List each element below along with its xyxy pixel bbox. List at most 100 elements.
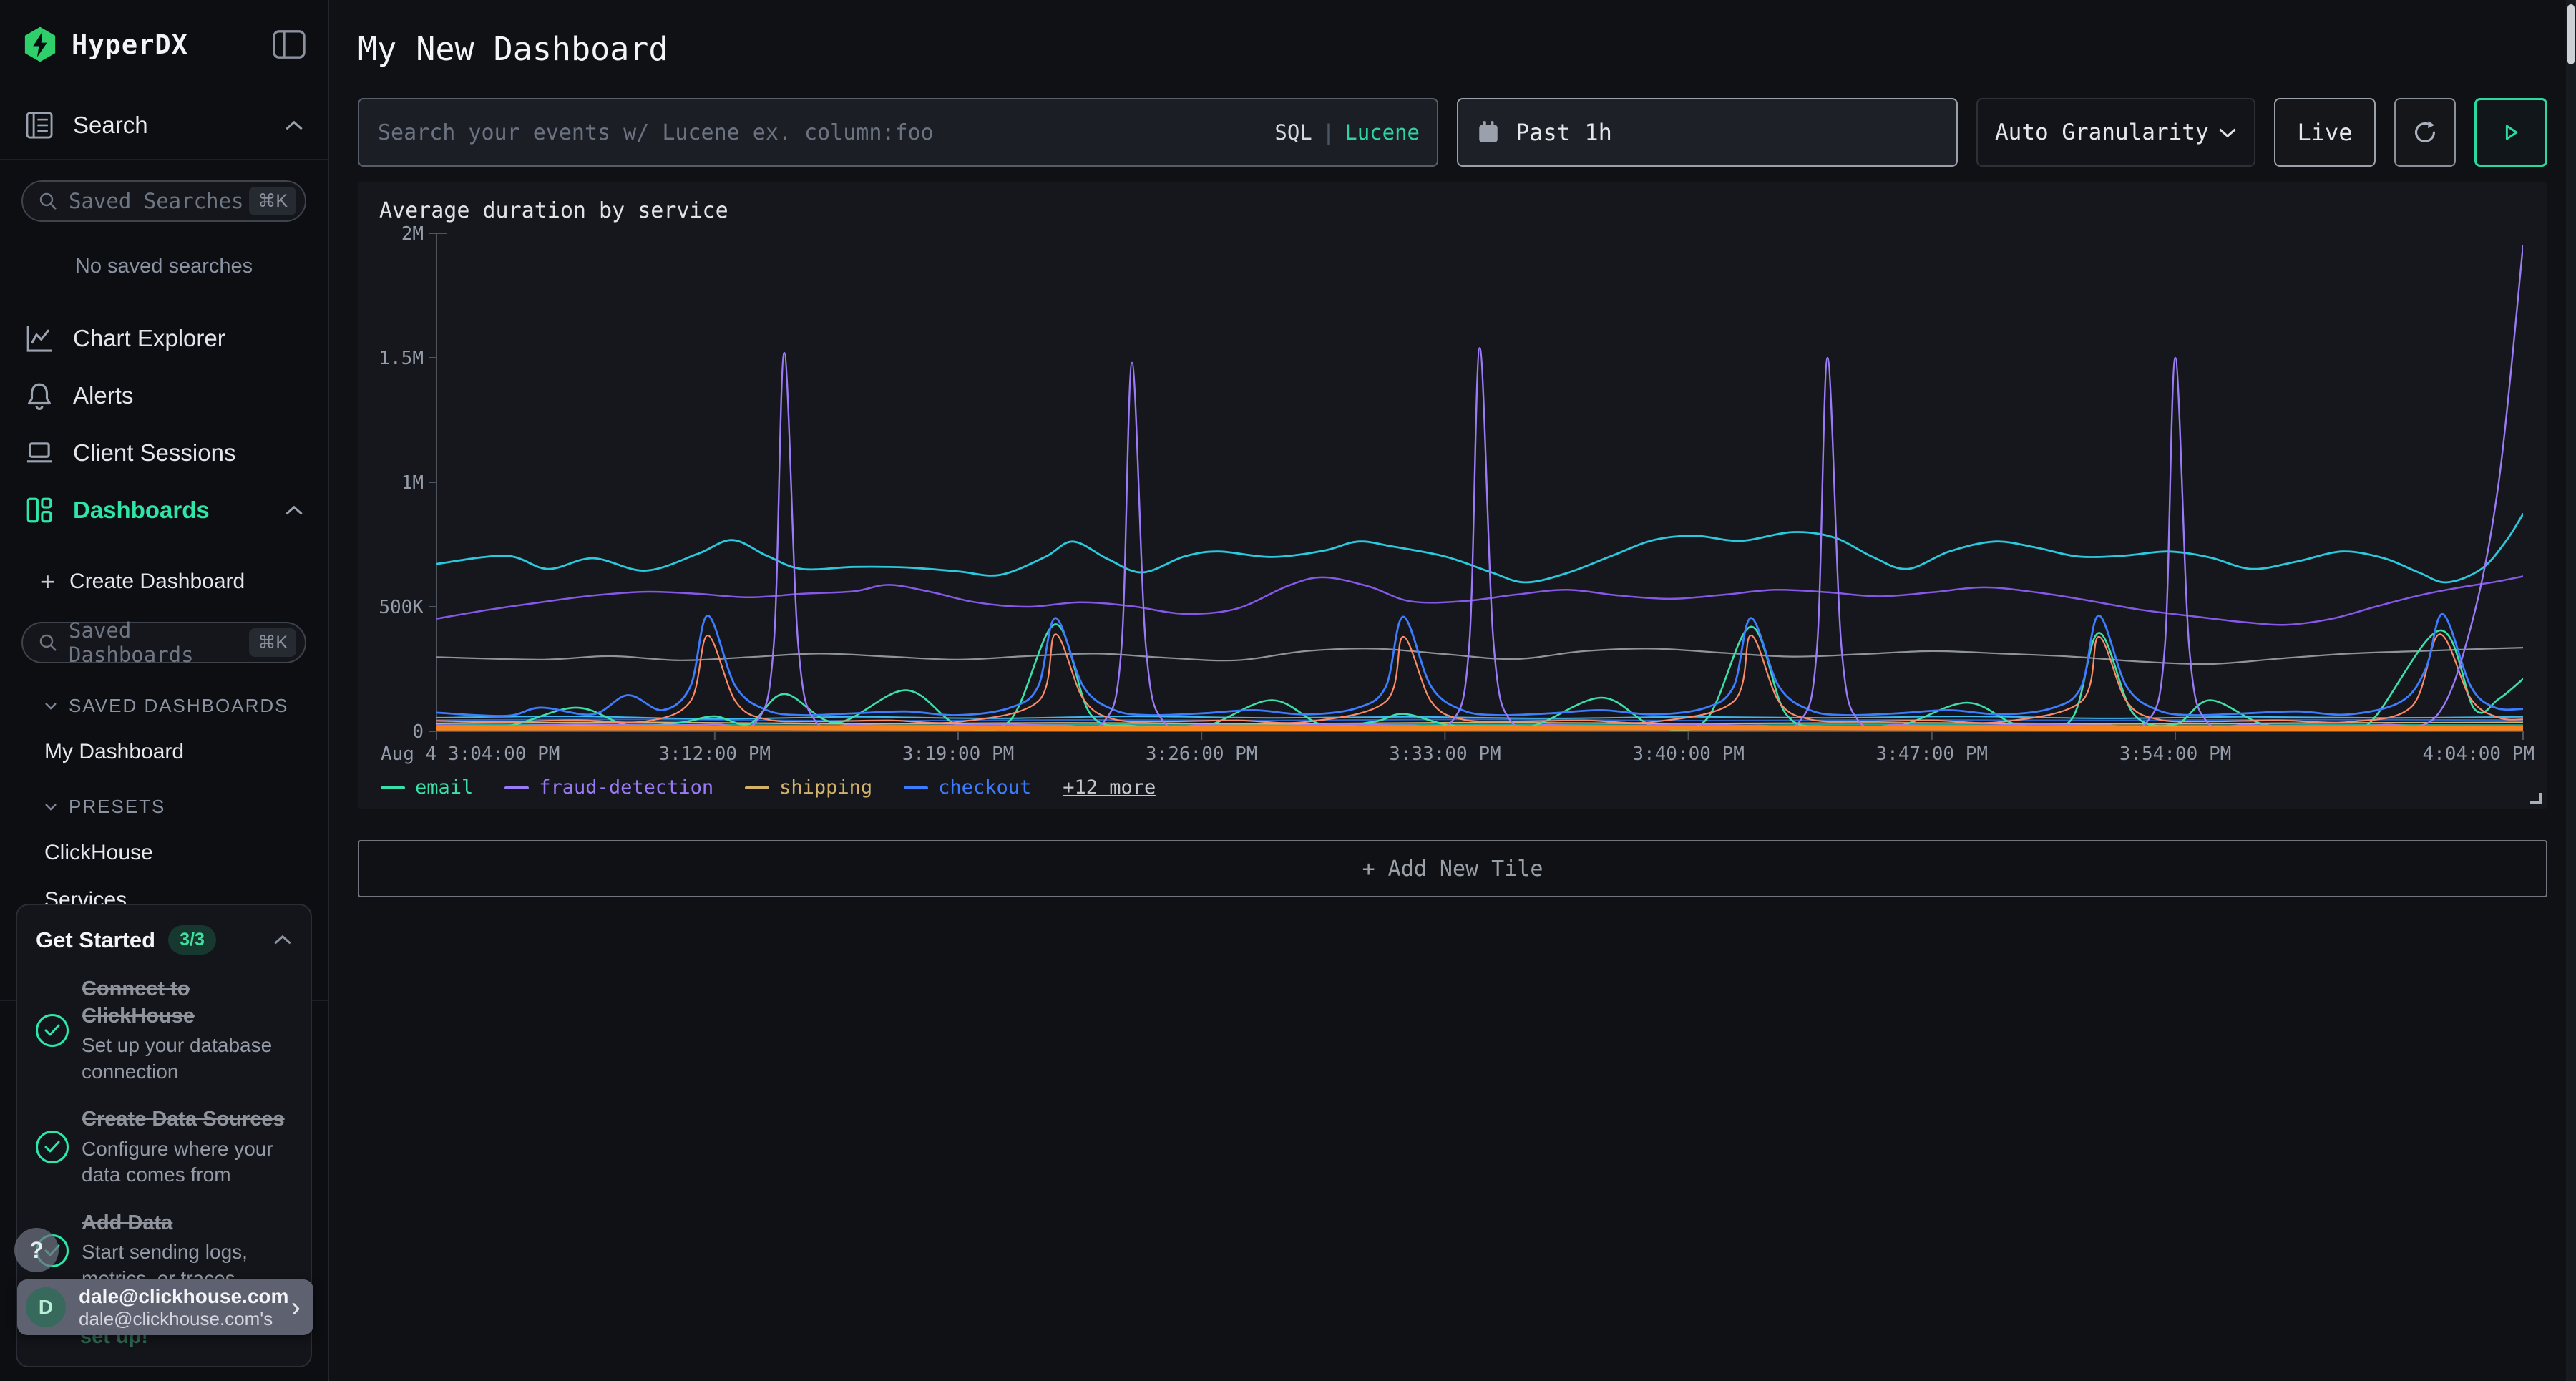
search-section-icon [24,110,54,140]
sidebar-item-chart-explorer[interactable]: Chart Explorer [0,310,328,367]
chevron-down-icon [44,702,57,710]
legend-swatch [904,786,928,789]
avatar: D [26,1287,66,1327]
sidebar-nav: Chart Explorer Alerts Client Sessions Da… [0,310,328,539]
play-icon [2498,119,2524,145]
svg-text:Aug 4 3:04:00 PM: Aug 4 3:04:00 PM [381,743,560,765]
check-circle-icon [36,1131,69,1163]
legend-item-fraud-detection[interactable]: fraud-detection [504,776,713,799]
time-range-picker[interactable]: Past 1h [1457,98,1958,167]
mode-separator: | [1322,120,1335,145]
create-dashboard-button[interactable]: + Create Dashboard [0,562,328,602]
presets-section-toggle[interactable]: PRESETS [0,796,328,818]
bell-icon [24,381,54,411]
sql-mode-toggle[interactable]: SQL [1274,120,1312,145]
sidebar-item-label: Chart Explorer [73,325,303,352]
task-connect-clickhouse[interactable]: Connect to ClickHouse Set up your databa… [36,976,292,1085]
legend-swatch [381,786,405,789]
sidebar-item-label: Client Sessions [73,439,303,467]
chevron-up-icon[interactable] [285,505,303,516]
legend-item-shipping[interactable]: shipping [745,776,872,799]
divider [0,159,328,160]
sidebar-item-clickhouse-preset[interactable]: ClickHouse [0,841,328,865]
granularity-select[interactable]: Auto Granularity [1976,98,2255,167]
saved-dashboards-header: SAVED DASHBOARDS [69,695,288,717]
user-org: dale@clickhouse.com's [79,1308,291,1330]
chevron-right-icon: › [291,1293,301,1322]
cmd-k-shortcut-badge: ⌘K [249,187,296,215]
chevron-down-icon [44,803,57,811]
add-new-tile-button[interactable]: + Add New Tile [358,840,2547,897]
svg-text:3:26:00 PM: 3:26:00 PM [1146,743,1258,765]
svg-text:1.5M: 1.5M [379,348,424,369]
saved-searches-placeholder: Saved Searches [69,189,249,213]
sidebar-item-my-dashboard[interactable]: My Dashboard [0,740,328,764]
chart-explorer-icon [24,323,54,353]
sidebar: HyperDX Search Saved Searches ⌘K No save… [0,0,329,1381]
svg-text:3:12:00 PM: 3:12:00 PM [659,743,771,765]
collapse-sidebar-icon[interactable] [272,29,306,59]
time-range-value: Past 1h [1516,119,1612,146]
chevron-up-icon[interactable] [273,935,292,945]
legend-swatch [504,786,529,789]
svg-text:3:54:00 PM: 3:54:00 PM [2119,743,2232,765]
task-subtitle: Configure where your data comes from [82,1136,292,1189]
sidebar-item-client-sessions[interactable]: Client Sessions [0,424,328,482]
live-button[interactable]: Live [2274,98,2376,167]
main-content: My New Dashboard Search your events w/ L… [329,0,2576,1381]
tile-resize-handle[interactable] [2530,793,2542,804]
granularity-value: Auto Granularity [1995,119,2218,145]
svg-text:1M: 1M [401,472,424,494]
svg-text:0: 0 [412,721,424,743]
sidebar-item-dashboards[interactable]: Dashboards [0,482,328,539]
cmd-k-shortcut-badge: ⌘K [249,628,296,657]
sidebar-item-alerts[interactable]: Alerts [0,367,328,424]
plus-icon: + [40,567,55,597]
legend-more-link[interactable]: +12 more [1063,776,1156,799]
task-create-data-sources[interactable]: Create Data Sources Configure where your… [36,1106,292,1188]
dashboard-tile-average-duration[interactable]: Average duration by service 0500K1M1.5M2… [358,182,2547,809]
legend-item-checkout[interactable]: checkout [904,776,1031,799]
svg-text:3:33:00 PM: 3:33:00 PM [1389,743,1501,765]
task-title[interactable]: Connect to ClickHouse [82,976,292,1030]
svg-text:3:47:00 PM: 3:47:00 PM [1876,743,1989,765]
event-search-input[interactable]: Search your events w/ Lucene ex. column:… [358,98,1438,167]
help-button[interactable]: ? [14,1228,59,1272]
task-title[interactable]: Create Data Sources [82,1106,292,1133]
refresh-button[interactable] [2394,98,2456,167]
lucene-mode-toggle[interactable]: Lucene [1345,120,1420,145]
search-icon [37,190,59,212]
chevron-up-icon[interactable] [285,120,303,131]
svg-text:2M: 2M [401,223,424,245]
svg-text:500K: 500K [379,597,424,618]
logo-row: HyperDX [0,0,328,63]
task-subtitle: Set up your database connection [82,1033,292,1085]
saved-dashboards-placeholder: Saved Dashboards [69,618,249,667]
sidebar-section-search[interactable]: Search [0,110,328,140]
task-title[interactable]: Add Data [82,1210,292,1237]
app-title: HyperDX [72,29,272,60]
hyperdx-logo-icon [21,26,59,63]
saved-dashboards-input[interactable]: Saved Dashboards ⌘K [21,622,306,663]
chevron-down-icon [2218,127,2237,138]
page-title: My New Dashboard [358,0,2547,68]
no-saved-searches-text: No saved searches [0,255,328,278]
line-chart[interactable]: 0 500K 1M 1.5M 2M Aug 4 3:04:00 PM 3:12:00 PM 3… [379,223,2537,767]
presets-header: PRESETS [69,796,165,818]
dashboards-icon [24,495,54,525]
check-circle-icon [36,1014,69,1047]
scrollbar-thumb[interactable] [2567,4,2575,64]
get-started-progress-badge: 3/3 [168,925,216,955]
scrollbar-track[interactable] [2566,0,2576,1381]
saved-searches-input[interactable]: Saved Searches ⌘K [21,180,306,222]
chart-legend: email fraud-detection shipping checkout … [379,776,2526,799]
user-account-button[interactable]: D dale@clickhouse.com dale@clickhouse.co… [17,1279,313,1335]
create-dashboard-label: Create Dashboard [69,570,245,594]
calendar-icon [1477,120,1500,145]
user-email: dale@clickhouse.com [79,1285,291,1308]
legend-item-email[interactable]: email [381,776,473,799]
run-query-button[interactable] [2474,98,2547,167]
saved-dashboards-section-toggle[interactable]: SAVED DASHBOARDS [0,695,328,717]
get-started-title: Get Started [36,927,155,953]
event-search-placeholder: Search your events w/ Lucene ex. column:… [378,120,1274,145]
